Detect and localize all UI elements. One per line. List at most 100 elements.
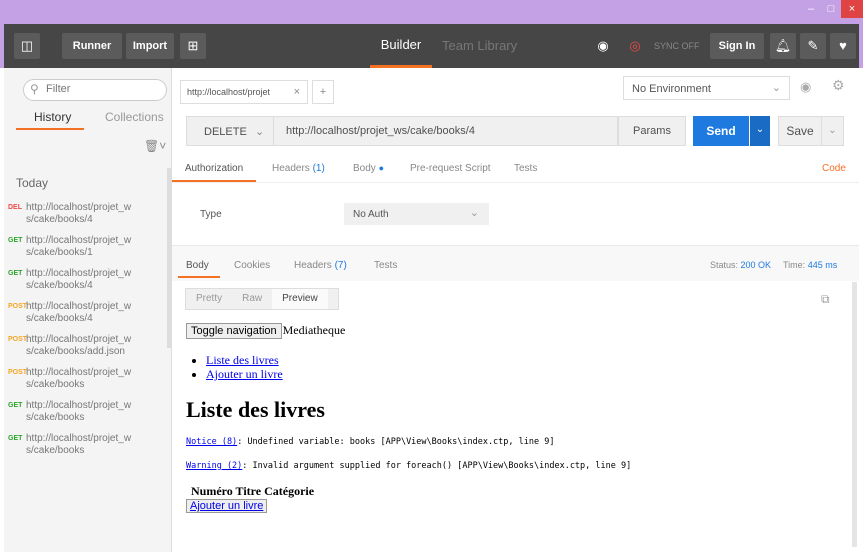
copy-icon[interactable]: ⧉ bbox=[821, 292, 830, 307]
history-item[interactable]: GET http://localhost/projet_ws/cake/books bbox=[4, 400, 164, 424]
history-item-method: DEL bbox=[8, 204, 22, 211]
tab-authorization[interactable]: Authorization bbox=[172, 163, 256, 174]
tab-tests[interactable]: Tests bbox=[514, 163, 537, 174]
sidebar-toggle-icon[interactable]: ◫ bbox=[14, 33, 40, 59]
environment-label: No Environment bbox=[632, 83, 711, 95]
tab-response-tests[interactable]: Tests bbox=[374, 260, 397, 271]
brand-text: Mediatheque bbox=[282, 323, 346, 337]
history-item[interactable]: GET http://localhost/projet_ws/cake/books bbox=[4, 433, 164, 457]
window-controls: – □ × bbox=[801, 0, 863, 20]
request-tab-label: http://localhost/projet bbox=[187, 87, 271, 97]
trash-icon[interactable]: 🗑︎˅ bbox=[144, 139, 166, 153]
sidebar: ⚲ History Collections 🗑︎˅ Today DEL http:… bbox=[4, 68, 172, 552]
history-item[interactable]: GET http://localhost/projet_ws/cake/books… bbox=[4, 235, 164, 259]
environment-select[interactable]: No Environment ⌄ bbox=[623, 76, 790, 100]
response-preview: Toggle navigationMediatheque Liste des l… bbox=[186, 323, 850, 513]
divider bbox=[172, 182, 859, 183]
new-window-icon[interactable]: ⊞ bbox=[180, 33, 206, 59]
history-item[interactable]: POST http://localhost/projet_ws/cake/book… bbox=[4, 367, 164, 391]
chevron-down-icon: ⌄ bbox=[771, 82, 781, 94]
view-pretty-button[interactable]: Pretty bbox=[186, 289, 232, 309]
tab-headers[interactable]: Headers (1) bbox=[272, 163, 325, 174]
runner-button[interactable]: Runner bbox=[62, 33, 122, 59]
tab-body[interactable]: Body ● bbox=[353, 163, 384, 174]
notice-link[interactable]: Notice (8) bbox=[186, 437, 237, 447]
sync-icon[interactable]: ◎ bbox=[622, 33, 648, 59]
tab-builder[interactable]: Builder bbox=[370, 24, 432, 68]
history-item-url: http://localhost/projet_ws/cake/books/4 bbox=[26, 301, 132, 324]
php-notice: Notice (8): Undefined variable: books [A… bbox=[186, 437, 850, 447]
method-select[interactable]: DELETE ⌄ bbox=[186, 116, 274, 146]
send-options-chevron-icon[interactable]: ⌄ bbox=[750, 116, 770, 146]
close-window-button[interactable]: × bbox=[841, 0, 863, 18]
send-button[interactable]: Send bbox=[693, 116, 749, 146]
tab-collections[interactable]: Collections bbox=[105, 110, 164, 124]
tab-pre-request-script[interactable]: Pre-request Script bbox=[410, 163, 491, 174]
eye-icon[interactable]: ◉ bbox=[800, 79, 811, 95]
view-raw-button[interactable]: Raw bbox=[232, 289, 272, 309]
save-options-chevron-icon[interactable]: ⌄ bbox=[822, 116, 844, 146]
top-toolbar: ◫ Runner Import ⊞ Builder Team Library ◉… bbox=[0, 24, 863, 68]
response-scrollbar[interactable] bbox=[852, 282, 857, 547]
save-button[interactable]: Save bbox=[778, 116, 822, 146]
warning-link[interactable]: Warning (2) bbox=[186, 461, 242, 471]
minimize-button[interactable]: – bbox=[801, 0, 821, 18]
time-label: Time: bbox=[783, 260, 806, 270]
preview-navbar: Toggle navigation Mediatheque bbox=[186, 323, 850, 339]
list-item: Liste des livres bbox=[206, 353, 850, 367]
notice-text: : Undefined variable: books [APP\View\Bo… bbox=[237, 437, 555, 447]
interceptor-icon[interactable]: ◉ bbox=[590, 33, 616, 59]
sign-in-button[interactable]: Sign In bbox=[710, 33, 764, 59]
nav-link-ajouter[interactable]: Ajouter un livre bbox=[206, 367, 283, 381]
history-item[interactable]: POST http://localhost/projet_ws/cake/book… bbox=[4, 334, 164, 358]
auth-type-label: Type bbox=[200, 209, 222, 220]
history-item[interactable]: DEL http://localhost/projet_ws/cake/books… bbox=[4, 202, 164, 226]
wrench-icon[interactable]: ✎ bbox=[800, 33, 826, 59]
tab-response-body[interactable]: Body bbox=[186, 260, 209, 271]
filter-input[interactable] bbox=[46, 83, 156, 95]
nav-link-liste[interactable]: Liste des livres bbox=[206, 353, 279, 367]
sync-status: SYNC OFF bbox=[654, 41, 700, 51]
search-icon: ⚲ bbox=[30, 82, 39, 96]
tab-cookies[interactable]: Cookies bbox=[234, 260, 270, 271]
tab-headers-label: Headers bbox=[272, 163, 310, 174]
history-item[interactable]: POST http://localhost/projet_ws/cake/book… bbox=[4, 301, 164, 325]
history-item-url: http://localhost/projet_ws/cake/books/1 bbox=[26, 235, 132, 258]
request-builder: http://localhost/projet × + No Environme… bbox=[172, 68, 859, 552]
php-warning: Warning (2): Invalid argument supplied f… bbox=[186, 461, 850, 471]
auth-type-select[interactable]: No Auth ⌄ bbox=[344, 203, 489, 225]
warning-text: : Invalid argument supplied for foreach(… bbox=[242, 461, 632, 471]
history-item-method: GET bbox=[8, 270, 23, 277]
url-input[interactable] bbox=[274, 116, 618, 146]
history-item-method: GET bbox=[8, 435, 23, 442]
history-item[interactable]: GET http://localhost/projet_ws/cake/books… bbox=[4, 268, 164, 292]
add-book-button[interactable]: Ajouter un livre bbox=[186, 499, 268, 513]
tab-team-library[interactable]: Team Library bbox=[442, 24, 517, 68]
gear-icon[interactable]: ⚙ bbox=[832, 77, 845, 94]
history-item-url: http://localhost/projet_ws/cake/books bbox=[26, 400, 132, 423]
new-tab-button[interactable]: + bbox=[312, 80, 334, 104]
request-tab[interactable]: http://localhost/projet × bbox=[180, 80, 308, 104]
method-label: DELETE bbox=[204, 126, 247, 138]
close-icon[interactable]: × bbox=[294, 86, 300, 98]
toggle-navigation-button[interactable]: Toggle navigation bbox=[186, 323, 282, 339]
code-link[interactable]: Code bbox=[822, 163, 846, 174]
history-item-method: GET bbox=[8, 402, 23, 409]
filter-box[interactable]: ⚲ bbox=[23, 79, 167, 101]
response-status: Status: 200 OK bbox=[710, 260, 771, 270]
history-item-url: http://localhost/projet_ws/cake/books/4 bbox=[26, 202, 132, 225]
bell-icon[interactable]: 🔔︎ bbox=[770, 33, 796, 59]
view-preview-button[interactable]: Preview bbox=[272, 289, 328, 309]
history-item-url: http://localhost/projet_ws/cake/books bbox=[26, 367, 132, 390]
tab-history[interactable]: History bbox=[34, 110, 71, 124]
view-mode-toggle: Pretty Raw Preview bbox=[185, 288, 339, 310]
tab-response-headers[interactable]: Headers (7) bbox=[294, 260, 347, 271]
maximize-button[interactable]: □ bbox=[821, 0, 841, 18]
response-headers-count: (7) bbox=[334, 260, 347, 271]
import-button[interactable]: Import bbox=[126, 33, 174, 59]
heart-icon[interactable]: ♥ bbox=[830, 33, 856, 59]
list-item: Ajouter un livre bbox=[206, 367, 850, 381]
params-button[interactable]: Params bbox=[618, 116, 686, 146]
status-label: Status: bbox=[710, 260, 739, 270]
chevron-down-icon: ⌄ bbox=[255, 126, 265, 138]
